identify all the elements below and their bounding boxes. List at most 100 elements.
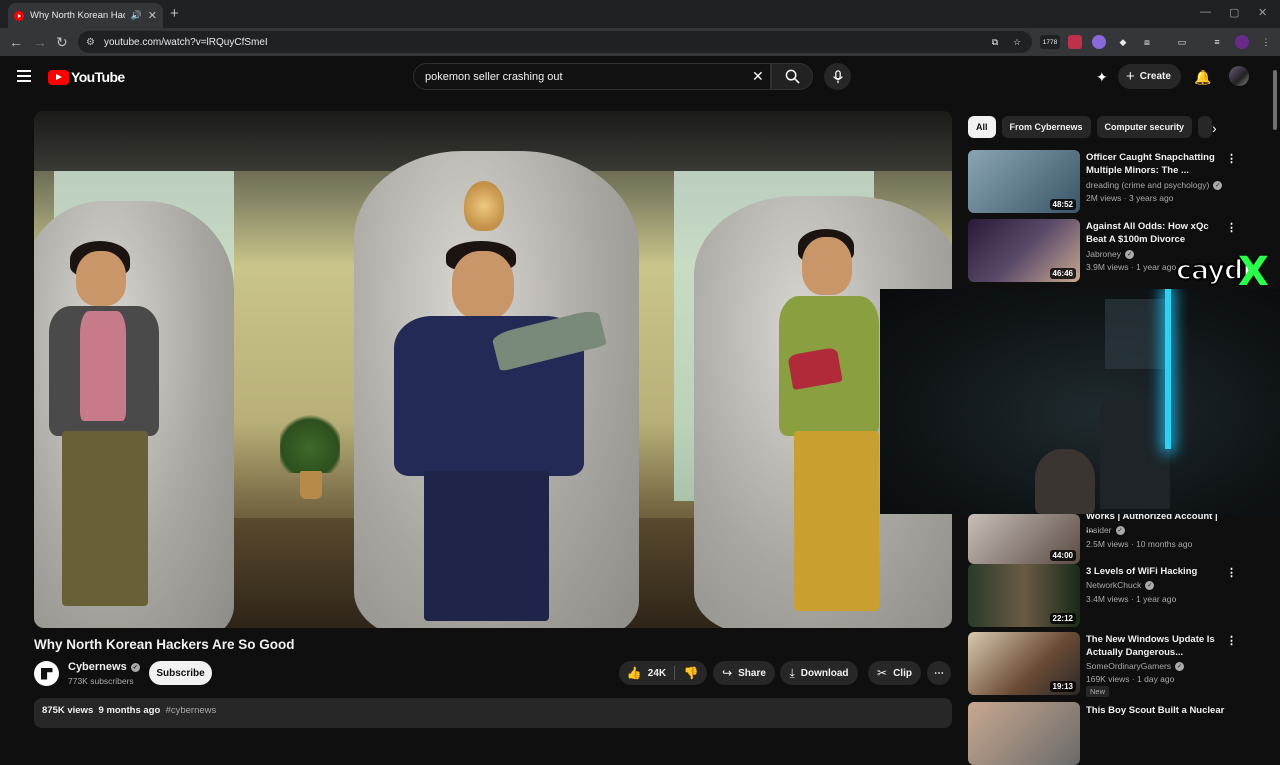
close-tab-icon[interactable]: ✕: [148, 9, 157, 22]
rec-item[interactable]: 19:13 The New Windows Update Is Actually…: [968, 632, 1268, 698]
chip-computer-security[interactable]: Computer security: [1096, 116, 1193, 138]
verified-check-icon: ✓: [1213, 180, 1223, 190]
verified-check-icon: ✓: [1175, 661, 1185, 671]
reload-icon[interactable]: ↻: [56, 34, 68, 51]
url-field[interactable]: ⚙ youtube.com/watch?v=lRQuyCfSmeI: [78, 31, 1032, 53]
rec-more-icon[interactable]: ⋮: [1226, 152, 1237, 165]
download-icon: ⤓: [789, 665, 795, 680]
browser-menu-icon[interactable]: ⋮: [1259, 35, 1273, 49]
rec-meta: 2.5M views · 10 months ago: [1086, 539, 1193, 549]
extension-purple-icon[interactable]: [1092, 35, 1106, 49]
profile-avatar-icon[interactable]: [1235, 35, 1249, 49]
bookmark-star-icon[interactable]: ☆: [1010, 35, 1024, 49]
rec-channel: Jabroney: [1086, 249, 1121, 259]
new-tab-button[interactable]: +: [170, 5, 179, 22]
search-icon: [785, 69, 800, 84]
subscribe-button[interactable]: Subscribe: [149, 661, 212, 685]
rec-duration: 46:46: [1049, 268, 1076, 279]
rec-channel-row[interactable]: dreading (crime and psychology) ✓: [1086, 180, 1223, 190]
rec-thumbnail[interactable]: 46:46: [968, 219, 1080, 282]
like-button[interactable]: 👍 24K: [619, 661, 674, 685]
forward-icon[interactable]: →: [33, 34, 47, 50]
plus-icon: +: [1126, 68, 1135, 85]
download-button[interactable]: ⤓ Download: [780, 661, 858, 685]
rec-title[interactable]: Officer Caught Snapchatting Multiple Min…: [1086, 151, 1226, 177]
site-info-icon[interactable]: ⚙: [86, 37, 100, 48]
channel-name-row[interactable]: Cybernews ✓: [68, 661, 140, 673]
description-box[interactable]: 875K views 9 months ago #cybernews: [34, 698, 952, 728]
rec-duration: 19:13: [1049, 681, 1076, 692]
verified-check-icon: ✓: [130, 662, 140, 672]
youtube-favicon-icon: [14, 10, 24, 21]
reading-list-icon[interactable]: ≡: [1210, 35, 1224, 49]
hashtag[interactable]: #cybernews: [166, 705, 217, 716]
rec-thumbnail[interactable]: 19:13: [968, 632, 1080, 695]
search-button[interactable]: [771, 63, 813, 90]
rec-thumbnail[interactable]: 48:52: [968, 150, 1080, 213]
youtube-logo[interactable]: YouTube: [48, 69, 125, 85]
minimize-icon[interactable]: —: [1200, 6, 1211, 18]
rec-thumbnail[interactable]: 22:12: [968, 564, 1080, 627]
scissors-icon: ✂: [877, 666, 888, 680]
chip-partial[interactable]: [1198, 116, 1213, 138]
dislike-button[interactable]: 👎: [675, 661, 707, 685]
rec-more-icon[interactable]: ⋮: [1226, 221, 1237, 234]
verified-check-icon: ✓: [1145, 580, 1155, 590]
rec-channel-row[interactable]: Jabroney ✓: [1086, 249, 1134, 259]
verified-check-icon: ✓: [1124, 249, 1134, 259]
voice-search-button[interactable]: [824, 63, 851, 90]
extensions-puzzle-icon[interactable]: ⧈: [1140, 35, 1154, 49]
rec-thumbnail[interactable]: 44:00: [968, 514, 1080, 564]
rec-channel-row[interactable]: SomeOrdinaryGamers ✓: [1086, 661, 1185, 671]
rec-title[interactable]: The New Windows Update Is Actually Dange…: [1086, 633, 1226, 659]
search-input[interactable]: pokemon seller crashing out: [413, 63, 771, 90]
rec-item[interactable]: 44:00 Works | Authorized Account | ... I…: [968, 509, 1268, 564]
maximize-icon[interactable]: ▢: [1229, 6, 1239, 19]
rec-item[interactable]: This Boy Scout Built a Nuclear: [968, 702, 1268, 765]
streamer-logo-mark: X: [1238, 249, 1269, 295]
back-icon[interactable]: ←: [9, 34, 23, 50]
related-filter-chips: All From Cybernews Computer security: [968, 116, 1218, 138]
chevron-right-icon[interactable]: ›: [1212, 120, 1217, 136]
close-window-icon[interactable]: ✕: [1258, 6, 1267, 19]
more-actions-button[interactable]: ⋯: [927, 661, 951, 685]
clear-search-icon[interactable]: ✕: [752, 68, 764, 85]
rec-duration: 44:00: [1049, 550, 1076, 561]
view-count: 875K views: [42, 705, 94, 716]
chip-from-channel[interactable]: From Cybernews: [1001, 116, 1091, 138]
chip-all[interactable]: All: [968, 116, 996, 138]
hamburger-menu-icon[interactable]: [17, 70, 31, 85]
video-player[interactable]: [34, 111, 952, 628]
rec-thumbnail[interactable]: [968, 702, 1080, 765]
channel-avatar[interactable]: [34, 661, 59, 686]
create-button[interactable]: + Create: [1118, 64, 1181, 89]
rec-more-icon[interactable]: ⋮: [1226, 634, 1237, 647]
rec-title[interactable]: Against All Odds: How xQc Beat A $100m D…: [1086, 220, 1226, 246]
ai-sparkle-icon[interactable]: ✦: [1096, 69, 1108, 86]
extension-counter-badge[interactable]: 1778: [1040, 35, 1060, 49]
clip-label: Clip: [893, 667, 912, 679]
rec-more-icon[interactable]: ⋮: [1226, 566, 1237, 579]
rec-channel-row[interactable]: Insider ✓: [1086, 525, 1125, 535]
new-badge: New: [1086, 686, 1110, 697]
speaker-icon[interactable]: 🔊: [131, 10, 142, 21]
split-view-icon[interactable]: ▭: [1175, 35, 1189, 49]
notifications-bell-icon[interactable]: 🔔: [1194, 69, 1211, 86]
url-text: youtube.com/watch?v=lRQuyCfSmeI: [104, 36, 268, 48]
clip-button[interactable]: ✂ Clip: [868, 661, 921, 685]
rec-item[interactable]: 22:12 3 Levels of WiFi Hacking NetworkCh…: [968, 564, 1268, 628]
rec-item[interactable]: 48:52 Officer Caught Snapchatting Multip…: [968, 150, 1268, 214]
install-app-icon[interactable]: ⧉: [988, 35, 1002, 49]
share-button[interactable]: ↪ Share: [713, 661, 775, 685]
video-title: Why North Korean Hackers Are So Good: [34, 637, 295, 652]
user-avatar[interactable]: [1229, 66, 1249, 86]
rec-meta: 2M views · 3 years ago: [1086, 193, 1174, 203]
page-scrollbar[interactable]: [1273, 70, 1277, 130]
extension-red-icon[interactable]: [1068, 35, 1082, 49]
search-value: pokemon seller crashing out: [425, 70, 563, 83]
rec-title[interactable]: This Boy Scout Built a Nuclear: [1086, 704, 1236, 717]
rec-channel-row[interactable]: NetworkChuck ✓: [1086, 580, 1155, 590]
browser-tab-active[interactable]: Why North Korean Hackers 🔊 ✕: [8, 3, 163, 28]
extension-diamond-icon[interactable]: ◆: [1116, 35, 1130, 49]
rec-title[interactable]: 3 Levels of WiFi Hacking: [1086, 565, 1226, 578]
